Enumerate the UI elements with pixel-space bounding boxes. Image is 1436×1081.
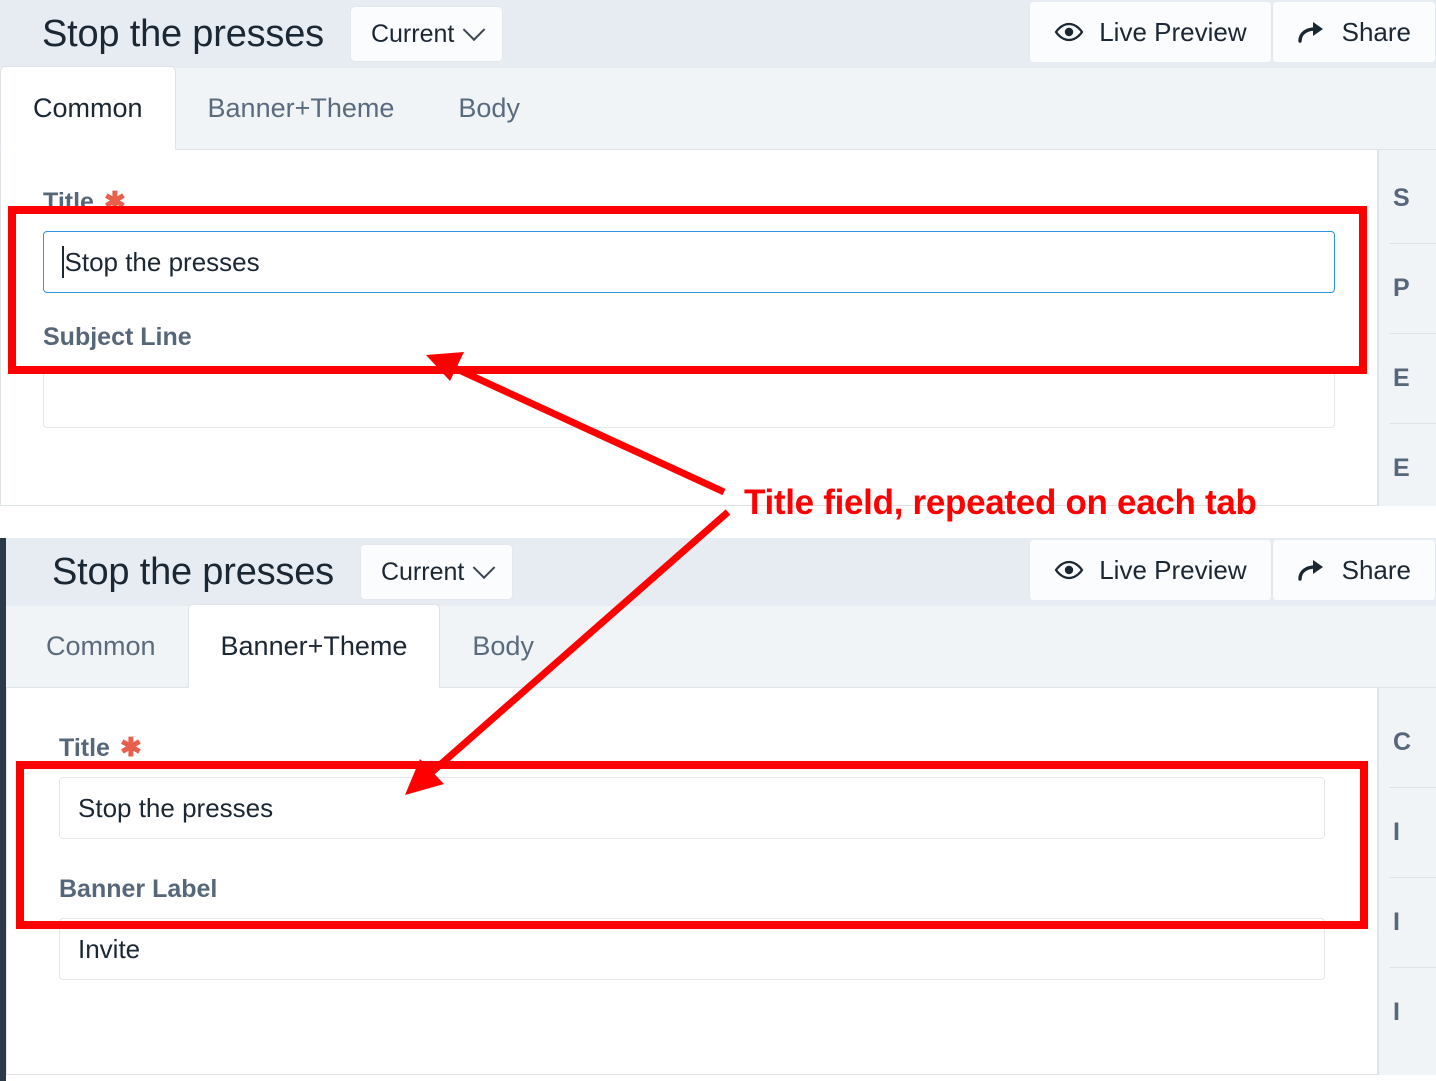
banner-label-input[interactable]: Invite xyxy=(59,918,1325,980)
chevron-down-icon xyxy=(463,18,486,42)
right-rail-banner-theme: C I I I xyxy=(1378,688,1436,1075)
live-preview-label: Live Preview xyxy=(1099,554,1247,585)
share-arrow-icon xyxy=(1297,20,1327,44)
tab-bar: Common Banner+Theme Body xyxy=(6,604,1436,688)
field-title-label: Title ✱ xyxy=(43,186,1335,217)
tab-body[interactable]: Body xyxy=(440,605,566,687)
required-asterisk-icon: ✱ xyxy=(103,186,126,216)
rail-divider xyxy=(1389,423,1436,424)
tab-body-label: Body xyxy=(458,93,520,123)
rail-item[interactable]: I xyxy=(1379,818,1436,847)
app-header: Stop the presses Current Live Preview Sh… xyxy=(6,538,1436,606)
tab-banner-theme-label: Banner+Theme xyxy=(220,631,408,661)
rail-divider xyxy=(1389,967,1436,968)
live-preview-label: Live Preview xyxy=(1099,16,1247,47)
tab-banner-theme[interactable]: Banner+Theme xyxy=(176,67,427,149)
chevron-down-icon xyxy=(473,556,496,580)
rail-item[interactable]: E xyxy=(1379,454,1436,483)
version-selector[interactable]: Current xyxy=(349,6,504,62)
app-header: Stop the presses Current Live Preview Sh… xyxy=(0,0,1436,68)
content-area: Title ✱ Stop the presses Subject Line S … xyxy=(0,150,1436,506)
tab-common[interactable]: Common xyxy=(0,66,176,150)
rail-item[interactable]: E xyxy=(1379,364,1436,393)
tab-common-label: Common xyxy=(46,631,156,661)
version-selector-label: Current xyxy=(380,557,465,586)
rail-divider xyxy=(1389,787,1436,788)
header-actions: Live Preview Share xyxy=(1029,538,1436,606)
field-title: Title ✱ Stop the presses xyxy=(1,186,1377,293)
version-selector-label: Current xyxy=(370,19,455,48)
eye-icon xyxy=(1054,560,1084,580)
tab-banner-theme[interactable]: Banner+Theme xyxy=(187,604,441,688)
title-input-value: Stop the presses xyxy=(64,246,260,277)
page-title: Stop the presses xyxy=(42,12,324,55)
field-banner-label: Banner Label Invite xyxy=(7,875,1377,980)
field-title: Title ✱ Stop the presses xyxy=(7,732,1377,839)
title-input[interactable]: Stop the presses xyxy=(43,231,1335,293)
rail-item[interactable]: I xyxy=(1379,908,1436,937)
live-preview-button[interactable]: Live Preview xyxy=(1029,540,1272,600)
rail-divider xyxy=(1389,877,1436,878)
share-label: Share xyxy=(1341,16,1411,47)
field-banner-label-text: Banner Label xyxy=(59,875,218,903)
share-arrow-icon xyxy=(1297,558,1327,582)
share-button[interactable]: Share xyxy=(1271,2,1436,62)
field-title-label-text: Title xyxy=(43,188,94,216)
field-subject-line-label: Subject Line xyxy=(43,323,1335,352)
app-window-common: Stop the presses Current Live Preview Sh… xyxy=(0,0,1436,538)
tab-common[interactable]: Common xyxy=(14,605,188,687)
version-selector[interactable]: Current xyxy=(359,544,514,600)
rail-divider xyxy=(1389,333,1436,334)
banner-label-input-value: Invite xyxy=(78,933,141,964)
title-input-value: Stop the presses xyxy=(78,792,274,823)
required-asterisk-icon: ✱ xyxy=(119,732,142,762)
rail-item[interactable]: I xyxy=(1379,998,1436,1027)
app-window-banner-theme: Stop the presses Current Live Preview Sh… xyxy=(0,538,1436,1081)
subject-line-input[interactable] xyxy=(43,366,1335,428)
screenshot-root: Stop the presses Current Live Preview Sh… xyxy=(0,0,1436,1081)
rail-item[interactable]: P xyxy=(1379,274,1436,303)
tab-body-label: Body xyxy=(472,631,534,661)
eye-icon xyxy=(1054,22,1084,42)
content-area: Title ✱ Stop the presses Banner Label In… xyxy=(6,688,1436,1075)
field-banner-label-label: Banner Label xyxy=(59,875,1325,904)
right-rail-common: S P E E xyxy=(1378,150,1436,506)
page-title: Stop the presses xyxy=(52,550,334,593)
share-label: Share xyxy=(1341,554,1411,585)
rail-divider xyxy=(1389,243,1436,244)
text-caret xyxy=(62,246,64,278)
form-card: Title ✱ Stop the presses Subject Line xyxy=(0,150,1378,506)
tab-body[interactable]: Body xyxy=(426,67,552,149)
header-actions: Live Preview Share xyxy=(1029,0,1436,68)
field-subject-line-label-text: Subject Line xyxy=(43,323,192,351)
title-input[interactable]: Stop the presses xyxy=(59,777,1325,839)
form-card: Title ✱ Stop the presses Banner Label In… xyxy=(6,688,1378,1075)
field-title-label: Title ✱ xyxy=(59,732,1325,763)
tab-common-label: Common xyxy=(33,93,143,123)
rail-item[interactable]: C xyxy=(1379,728,1436,757)
annotation-label: Title field, repeated on each tab xyxy=(744,483,1257,522)
live-preview-button[interactable]: Live Preview xyxy=(1029,2,1272,62)
rail-item[interactable]: S xyxy=(1379,184,1436,213)
field-title-label-text: Title xyxy=(59,734,110,762)
tab-bar: Common Banner+Theme Body xyxy=(0,66,1436,150)
tab-banner-theme-label: Banner+Theme xyxy=(207,93,395,123)
field-subject-line: Subject Line xyxy=(1,323,1377,428)
share-button[interactable]: Share xyxy=(1271,540,1436,600)
